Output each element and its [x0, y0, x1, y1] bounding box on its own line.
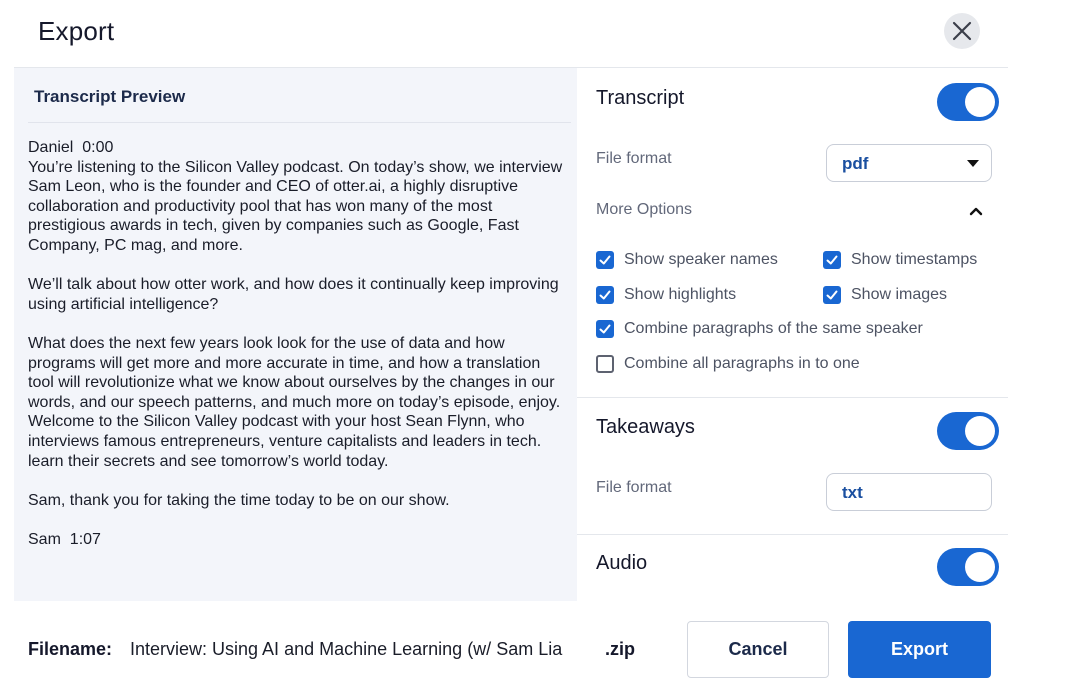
- transcript-preview-body: Daniel 0:00 You’re listening to the Sili…: [28, 138, 563, 549]
- transcript-section-title: Transcript: [596, 87, 685, 109]
- speaker-line: Sam 1:07: [28, 530, 563, 550]
- filename-extension: .zip: [605, 639, 635, 659]
- export-button[interactable]: Export: [848, 621, 991, 678]
- speaker-name: Sam: [28, 530, 61, 548]
- option-show-timestamps[interactable]: Show timestamps: [823, 251, 977, 269]
- transcript-preview-pane[interactable]: Transcript Preview Daniel 0:00 You’re li…: [14, 68, 577, 601]
- option-label: Show images: [851, 286, 948, 303]
- transcript-paragraph: We’ll talk about how otter work, and how…: [28, 276, 559, 313]
- more-options-label: More Options: [596, 201, 693, 218]
- option-show-images[interactable]: Show images: [823, 286, 947, 304]
- speaker-timestamp: 1:07: [69, 530, 101, 548]
- toggle-knob: [965, 87, 995, 117]
- filename-input[interactable]: Interview: Using AI and Machine Learning…: [130, 639, 562, 660]
- takeaways-toggle[interactable]: [937, 412, 999, 450]
- speaker-line: Daniel 0:00: [28, 138, 563, 158]
- cancel-button[interactable]: Cancel: [687, 621, 829, 678]
- option-label: Show speaker names: [624, 251, 778, 268]
- caret-down-icon: [967, 160, 979, 167]
- option-label: Combine paragraphs of the same speaker: [624, 320, 923, 337]
- check-icon: [826, 290, 838, 300]
- close-button[interactable]: [944, 13, 980, 49]
- speaker-timestamp: 0:00: [82, 139, 114, 156]
- option-label: Show timestamps: [851, 251, 978, 268]
- transcript-file-format-value: pdf: [842, 154, 869, 173]
- check-icon: [826, 255, 838, 265]
- dialog-title: Export: [38, 16, 115, 46]
- transcript-toggle[interactable]: [937, 83, 999, 121]
- checkbox-checked[interactable]: [596, 286, 614, 304]
- toggle-knob: [965, 552, 995, 582]
- transcript-preview-header: Transcript Preview: [34, 87, 186, 106]
- section-divider: [577, 397, 1008, 398]
- option-show-highlights[interactable]: Show highlights: [596, 286, 736, 304]
- check-icon: [599, 255, 611, 265]
- checkbox-unchecked[interactable]: [596, 355, 614, 373]
- option-combine-same-speaker[interactable]: Combine paragraphs of the same speaker: [596, 320, 923, 338]
- checkbox-checked[interactable]: [823, 286, 841, 304]
- transcript-paragraph: Sam, thank you for taking the time today…: [28, 491, 450, 509]
- transcript-file-format-label: File format: [596, 150, 672, 167]
- transcript-paragraph: What does the next few years look look f…: [28, 334, 561, 470]
- audio-section-title: Audio: [596, 552, 648, 574]
- filename-label: Filename:: [28, 639, 113, 659]
- check-icon: [599, 290, 611, 300]
- takeaways-file-format-label: File format: [596, 479, 672, 496]
- toggle-knob: [965, 416, 995, 446]
- speaker-name: Daniel: [28, 139, 74, 156]
- checkbox-checked[interactable]: [596, 320, 614, 338]
- section-divider: [577, 534, 1008, 535]
- option-label: Show highlights: [624, 286, 737, 303]
- checkbox-checked[interactable]: [823, 251, 841, 269]
- transcript-paragraph: You’re listening to the Silicon Valley p…: [28, 158, 563, 254]
- preview-divider: [28, 122, 571, 123]
- option-label: Combine all paragraphs in to one: [624, 355, 860, 372]
- chevron-up-icon: [969, 207, 983, 216]
- option-show-speaker-names[interactable]: Show speaker names: [596, 251, 778, 269]
- checkbox-checked[interactable]: [596, 251, 614, 269]
- takeaways-file-format-value: txt: [842, 483, 863, 502]
- more-options-toggle[interactable]: [969, 204, 983, 218]
- check-icon: [599, 324, 611, 334]
- export-options-panel: Transcript File format pdf More Options …: [577, 68, 1008, 601]
- takeaways-file-format-field[interactable]: txt: [826, 473, 992, 511]
- takeaways-section-title: Takeaways: [596, 416, 695, 438]
- close-icon: [952, 21, 972, 41]
- audio-toggle[interactable]: [937, 548, 999, 586]
- transcript-file-format-select[interactable]: pdf: [826, 144, 992, 182]
- option-combine-all[interactable]: Combine all paragraphs in to one: [596, 355, 860, 373]
